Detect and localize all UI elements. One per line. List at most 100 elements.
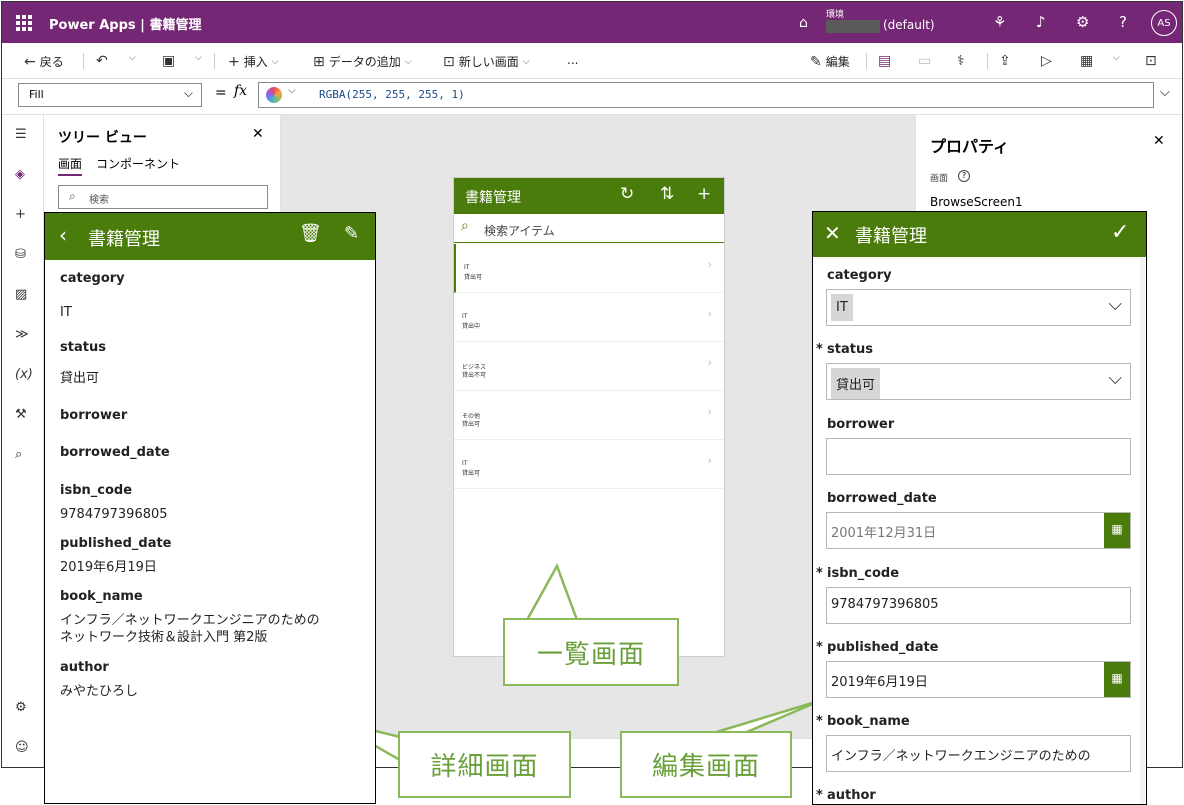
book-name-input[interactable]: インフラ／ネットワークエンジニアのための bbox=[826, 735, 1131, 772]
chevron-down-icon: ⌵ bbox=[522, 56, 530, 67]
tab-components[interactable]: コンポーネント bbox=[96, 155, 180, 172]
status-selected: 貸出可 bbox=[831, 368, 881, 399]
scrollbar[interactable] bbox=[1140, 258, 1145, 804]
undo-icon: ↶ bbox=[96, 53, 108, 69]
new-screen-button[interactable]: ⊡ 新しい画面 ⌵ bbox=[443, 53, 530, 70]
expand-formula-icon[interactable]: ⌵ bbox=[1160, 85, 1170, 100]
paste-button[interactable]: ▣ bbox=[162, 53, 175, 69]
list-item[interactable]: その他 貸出可 › bbox=[454, 391, 724, 440]
refresh-icon[interactable]: ↻ bbox=[620, 184, 634, 204]
toolbar-divider bbox=[214, 53, 215, 69]
label-borrowed-date: borrowed_date bbox=[827, 491, 937, 506]
app-title: Power Apps | 書籍管理 bbox=[49, 14, 201, 33]
list-item[interactable]: IT 貸出可 › bbox=[454, 440, 724, 489]
hamburger-icon[interactable]: ☰ bbox=[15, 127, 27, 142]
back-chevron-icon[interactable]: ‹ bbox=[59, 223, 67, 247]
app-launcher-icon[interactable] bbox=[16, 15, 32, 31]
insert-button[interactable]: + 挿入 ⌵ bbox=[228, 53, 279, 70]
submit-check-icon[interactable]: ✓ bbox=[1111, 220, 1129, 245]
add-data-button[interactable]: ⊞ データの追加 ⌵ bbox=[313, 53, 412, 70]
variables-icon[interactable]: (x) bbox=[15, 367, 33, 382]
list-search-input[interactable]: ⌕ 検索アイテム bbox=[454, 215, 724, 243]
borrowed-date-picker[interactable]: 2001年12月31日 ▦ bbox=[826, 512, 1131, 549]
app-checker-button[interactable]: ▤ bbox=[878, 53, 891, 69]
item-category: IT bbox=[464, 264, 470, 271]
more-label: ... bbox=[567, 53, 579, 67]
copilot-icon[interactable]: ⚘ bbox=[993, 13, 1006, 31]
list-screen-callout: 一覧画面 bbox=[503, 618, 679, 686]
add-item-icon[interactable]: + bbox=[697, 184, 711, 204]
settings-gear-icon[interactable]: ⚙ bbox=[1076, 13, 1089, 31]
calendar-icon[interactable]: ▦ bbox=[1104, 513, 1130, 548]
help-icon[interactable]: ? bbox=[1119, 13, 1127, 31]
list-item[interactable]: IT 貸出可 › bbox=[454, 244, 724, 293]
more-commands-button[interactable]: ... bbox=[567, 53, 578, 67]
health-check-button[interactable]: ⚕ bbox=[957, 53, 965, 69]
field-label-published-date: published_date bbox=[60, 536, 172, 551]
status-dropdown[interactable]: 貸出可 ⌵ bbox=[826, 363, 1131, 400]
settings-icon[interactable]: ⚙ bbox=[15, 700, 27, 715]
required-marker: * bbox=[816, 714, 823, 729]
chevron-down-icon: ⌵ bbox=[1113, 53, 1120, 63]
list-item[interactable]: ビジネス 貸出不可 › bbox=[454, 342, 724, 391]
save-menu-button[interactable]: ⌵ bbox=[1113, 53, 1120, 63]
close-icon[interactable]: ✕ bbox=[252, 126, 264, 142]
borrower-input[interactable] bbox=[826, 438, 1131, 475]
copilot-formula-icon[interactable] bbox=[266, 87, 282, 103]
edit-button[interactable]: ✎ 編集 bbox=[810, 53, 850, 70]
list-item[interactable]: IT 貸出中 › bbox=[454, 293, 724, 342]
tab-screens[interactable]: 画面 bbox=[58, 155, 83, 176]
tree-view-layers-icon[interactable]: ◈ bbox=[15, 167, 25, 182]
sort-icon[interactable]: ⇅ bbox=[660, 184, 674, 204]
formula-input[interactable]: RGBA(255, 255, 255, 1) bbox=[258, 82, 1154, 108]
data-cylinder-icon[interactable]: ⛁ bbox=[15, 247, 26, 262]
label-published-date: published_date bbox=[827, 640, 939, 655]
environment-icon[interactable]: ⌂ bbox=[799, 15, 808, 31]
tools-icon[interactable]: ⚒ bbox=[15, 407, 27, 422]
cancel-x-icon[interactable]: ✕ bbox=[824, 221, 841, 245]
save-button[interactable]: ▦ bbox=[1080, 53, 1093, 69]
undo-menu-button[interactable]: ⌵ bbox=[129, 53, 136, 63]
power-automate-icon[interactable]: ≫ bbox=[15, 327, 29, 342]
toolbar-divider bbox=[83, 53, 84, 69]
virtual-agent-icon[interactable]: ☺ bbox=[15, 740, 29, 755]
category-dropdown[interactable]: IT ⌵ bbox=[826, 289, 1131, 326]
insert-plus-icon[interactable]: + bbox=[15, 207, 26, 222]
property-dropdown[interactable]: Fill ⌵ bbox=[18, 83, 202, 107]
publish-button[interactable]: ⊡ bbox=[1145, 53, 1157, 69]
published-date-picker[interactable]: 2019年6月19日 ▦ bbox=[826, 661, 1131, 698]
search-icon[interactable]: ⌕ bbox=[15, 447, 22, 462]
environment-name[interactable]: (default) bbox=[883, 18, 935, 32]
user-avatar[interactable]: AS bbox=[1151, 10, 1177, 36]
media-icon[interactable]: ▨ bbox=[15, 287, 27, 302]
published-date-value: 2019年6月19日 bbox=[831, 675, 928, 690]
comments-button[interactable]: ▭ bbox=[918, 53, 931, 69]
close-icon[interactable]: ✕ bbox=[1153, 133, 1165, 149]
preview-button[interactable]: ▷ bbox=[1041, 53, 1052, 69]
notification-bell-icon[interactable]: ♪ bbox=[1036, 13, 1046, 31]
undo-button[interactable]: ↶ bbox=[96, 53, 108, 69]
help-circle-icon[interactable]: ? bbox=[958, 170, 970, 182]
app-icon: ▤ bbox=[878, 53, 892, 69]
label-status: status bbox=[827, 342, 873, 357]
edit-pencil-icon[interactable]: ✎ bbox=[344, 223, 359, 244]
field-label-category: category bbox=[60, 271, 125, 286]
tree-search-input[interactable]: ⌕ 検索 bbox=[58, 185, 268, 209]
detail-screen-title: 書籍管理 bbox=[88, 229, 160, 250]
required-marker: * bbox=[816, 640, 823, 655]
calendar-icon[interactable]: ▦ bbox=[1104, 662, 1130, 697]
edit-screen-callout: 編集画面 bbox=[620, 731, 792, 798]
share-button[interactable]: ⇪ bbox=[999, 53, 1011, 69]
list-screen-preview[interactable]: 書籍管理 ↻ ⇅ + ⌕ 検索アイテム IT 貸出可 › IT 貸出中 › ビジネス 貸出不… bbox=[454, 178, 724, 656]
new-screen-label: 新しい画面 bbox=[458, 55, 519, 69]
label-borrower: borrower bbox=[827, 417, 895, 432]
isbn-code-input[interactable]: 9784797396805 bbox=[826, 587, 1131, 624]
trash-icon[interactable]: 🗑 bbox=[299, 223, 322, 244]
detail-screen-header: ‹ 書籍管理 🗑 ✎ bbox=[45, 213, 375, 260]
back-button[interactable]: ← 戻る bbox=[24, 53, 64, 70]
label-category: category bbox=[827, 268, 892, 283]
plus-icon: + bbox=[228, 53, 240, 70]
field-label-status: status bbox=[60, 340, 106, 355]
chevron-down-icon[interactable]: ⌵ bbox=[288, 85, 296, 96]
paste-menu-button[interactable]: ⌵ bbox=[195, 53, 202, 63]
